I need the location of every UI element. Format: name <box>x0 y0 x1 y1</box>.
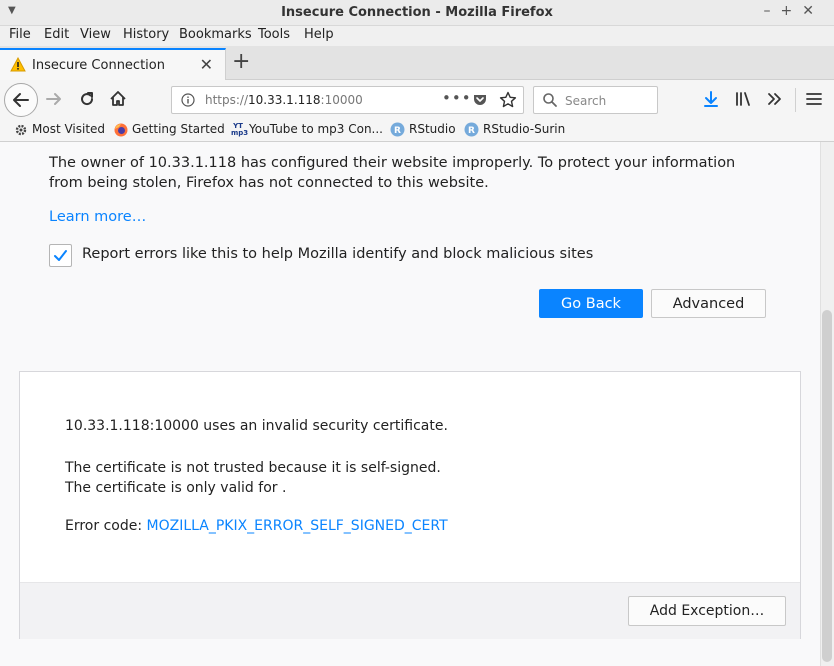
bookmark-getting-started[interactable]: Getting Started <box>114 122 225 137</box>
pocket-icon[interactable] <box>472 92 488 108</box>
checkmark-icon <box>54 250 67 261</box>
svg-text:R: R <box>394 126 401 136</box>
back-button[interactable] <box>4 83 38 117</box>
back-arrow-icon <box>13 93 29 107</box>
overflow-chevron-icon[interactable] <box>765 89 785 109</box>
advanced-panel-footer: Add Exception… <box>20 582 800 639</box>
report-errors-checkbox[interactable] <box>49 244 72 267</box>
valid-for-text: The certificate is only valid for . <box>65 480 287 496</box>
menu-bar: File Edit View History Bookmarks Tools H… <box>0 26 834 46</box>
error-code-label: Error code: <box>65 518 147 534</box>
add-exception-button[interactable]: Add Exception… <box>628 596 786 626</box>
svg-text:R: R <box>468 126 475 136</box>
menu-edit[interactable]: Edit <box>44 27 69 42</box>
tab-strip: Insecure Connection ✕ + <box>0 46 834 81</box>
error-description: The owner of 10.33.1.118 has configured … <box>49 155 736 191</box>
info-icon[interactable] <box>181 93 195 107</box>
search-icon <box>543 93 557 107</box>
tab-close-icon[interactable]: ✕ <box>200 55 213 74</box>
menu-file[interactable]: File <box>9 27 31 42</box>
cert-detail-text: The certificate is not trusted because i… <box>65 458 441 498</box>
toolbar-separator <box>795 88 796 112</box>
hamburger-menu-icon[interactable] <box>804 89 824 109</box>
error-code-line: Error code: MOZILLA_PKIX_ERROR_SELF_SIGN… <box>65 518 448 534</box>
downloads-icon[interactable] <box>701 89 721 109</box>
error-code-link[interactable]: MOZILLA_PKIX_ERROR_SELF_SIGNED_CERT <box>147 518 448 534</box>
bookmark-youtube-mp3[interactable]: YT mp3YouTube to mp3 Con... <box>231 122 383 137</box>
forward-arrow-icon[interactable] <box>44 89 64 109</box>
menu-history[interactable]: History <box>123 27 169 42</box>
advanced-button[interactable]: Advanced <box>651 289 766 318</box>
menu-tools[interactable]: Tools <box>258 27 290 42</box>
menu-help[interactable]: Help <box>304 27 334 42</box>
tab-insecure-connection[interactable]: Insecure Connection ✕ <box>0 48 226 81</box>
bookmark-rstudio-surin[interactable]: R RStudio-Surin <box>464 122 565 137</box>
self-signed-text: The certificate is not trusted because i… <box>65 460 441 476</box>
firefox-icon <box>114 123 128 136</box>
menu-bookmarks[interactable]: Bookmarks <box>179 27 252 42</box>
gear-icon <box>15 124 27 135</box>
scrollbar-thumb[interactable] <box>822 310 832 662</box>
window-controls[interactable]: –+✕ <box>764 3 824 19</box>
page-actions-icon[interactable]: ••• <box>442 89 472 107</box>
menu-view[interactable]: View <box>80 27 111 42</box>
url-bar[interactable]: https://10.33.1.118:10000 ••• <box>171 86 524 114</box>
rstudio-icon: R <box>464 122 479 137</box>
page-content: The owner of 10.33.1.118 has configured … <box>0 142 834 666</box>
bookmark-most-visited[interactable]: Most Visited <box>14 122 105 137</box>
reload-icon[interactable] <box>77 89 97 109</box>
navigation-bar: https://10.33.1.118:10000 ••• Search <box>0 80 834 120</box>
invalid-cert-text: 10.33.1.118:10000 uses an invalid securi… <box>65 418 448 434</box>
tab-label: Insecure Connection <box>32 58 165 73</box>
report-errors-label: Report errors like this to help Mozilla … <box>82 246 594 262</box>
bookmark-rstudio[interactable]: R RStudio <box>390 122 456 137</box>
search-bar[interactable]: Search <box>533 86 658 114</box>
search-placeholder: Search <box>565 94 607 108</box>
url-text[interactable]: https://10.33.1.118:10000 <box>205 93 363 107</box>
warning-icon <box>10 57 26 72</box>
rstudio-icon: R <box>390 122 405 137</box>
learn-more-link[interactable]: Learn more… <box>49 209 146 225</box>
bookmark-star-icon[interactable] <box>499 91 517 109</box>
window-title: Insecure Connection - Mozilla Firefox <box>281 5 553 20</box>
library-icon[interactable] <box>733 89 753 109</box>
go-back-button[interactable]: Go Back <box>539 289 643 318</box>
home-icon[interactable] <box>108 89 128 109</box>
title-bar: ▼ Insecure Connection - Mozilla Firefox … <box>0 0 834 26</box>
bookmarks-bar: Most Visited Getting Started YT mp3YouTub… <box>0 120 834 142</box>
new-tab-icon[interactable]: + <box>232 49 250 74</box>
scrollbar[interactable] <box>820 142 834 666</box>
advanced-panel: 10.33.1.118:10000 uses an invalid securi… <box>19 371 801 639</box>
yt-mp3-icon: YT mp3 <box>231 121 249 137</box>
